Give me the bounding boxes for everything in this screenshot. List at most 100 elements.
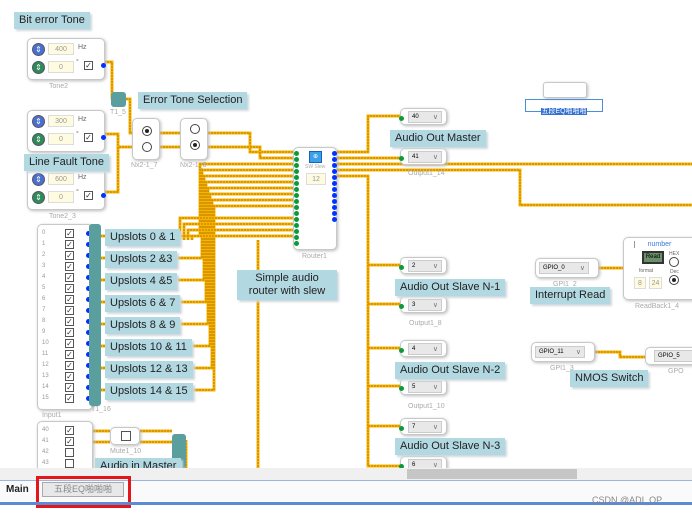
scrollbar-thumb[interactable] xyxy=(407,469,577,479)
enable-checkbox[interactable]: ✓ xyxy=(84,61,93,70)
gpio-0-dropdown[interactable]: GPIO_0 ∨ xyxy=(539,262,589,274)
output-block-o3[interactable]: 3 ∨ xyxy=(399,296,447,313)
slew-field[interactable]: 12 xyxy=(306,173,326,185)
channel-checkbox[interactable]: ✓ xyxy=(65,394,74,403)
router-input-pin[interactable] xyxy=(294,205,299,210)
router-input-pin[interactable] xyxy=(294,175,299,180)
channel-checkbox[interactable]: ✓ xyxy=(65,240,74,249)
frequency-field[interactable]: 600 xyxy=(48,173,74,185)
channel-checkbox[interactable]: ✓ xyxy=(65,295,74,304)
router-output-pin[interactable] xyxy=(332,187,337,192)
router-output-pin[interactable] xyxy=(332,205,337,210)
phase-knob-icon[interactable]: ⇕ xyxy=(32,133,45,146)
channel-checkbox[interactable] xyxy=(65,459,74,468)
radio-input-1[interactable] xyxy=(190,124,200,134)
gpi1-3-block[interactable]: GPIO_11 ∨ xyxy=(531,342,595,362)
router-output-pin[interactable] xyxy=(332,157,337,162)
input-pin[interactable] xyxy=(399,348,404,353)
channel-checkbox[interactable]: ✓ xyxy=(65,251,74,260)
channel-checkbox[interactable]: ✓ xyxy=(65,426,74,435)
channel-checkbox[interactable]: ✓ xyxy=(65,361,74,370)
input-pin[interactable] xyxy=(399,386,404,391)
channel-checkbox[interactable]: ✓ xyxy=(65,229,74,238)
router-output-pin[interactable] xyxy=(332,199,337,204)
input2-block[interactable]: 40 ✓ 41 ✓ 42 43 xyxy=(37,421,93,468)
phase-field[interactable]: 0 xyxy=(48,133,74,145)
output-pin[interactable] xyxy=(101,193,106,198)
channel-dropdown[interactable]: 7 ∨ xyxy=(408,421,442,433)
router-output-pin[interactable] xyxy=(332,181,337,186)
router-icon[interactable]: ⊕ xyxy=(309,151,322,163)
router-input-pin[interactable] xyxy=(294,217,299,222)
hex-radio[interactable] xyxy=(669,257,679,267)
gpo-block[interactable]: GPIO_5 xyxy=(645,347,692,365)
channel-dropdown[interactable]: 40 ∨ xyxy=(408,111,442,123)
channel-dropdown[interactable]: 6 ∨ xyxy=(408,459,442,468)
dec-radio[interactable] xyxy=(669,275,679,285)
router1-block[interactable]: ⊕ SW Slew 12 xyxy=(293,147,337,250)
nx2-1-8-block[interactable] xyxy=(180,118,208,160)
radio-input-2[interactable] xyxy=(142,142,152,152)
channel-checkbox[interactable]: ✓ xyxy=(65,328,74,337)
channel-checkbox[interactable]: ✓ xyxy=(65,372,74,381)
input-pin[interactable] xyxy=(399,156,404,161)
t1-5-block[interactable] xyxy=(111,92,126,107)
router-input-pin[interactable] xyxy=(294,193,299,198)
output-pin[interactable] xyxy=(101,135,106,140)
channel-checkbox[interactable]: ✓ xyxy=(65,306,74,315)
phase-knob-icon[interactable]: ⇕ xyxy=(32,61,45,74)
phase-field[interactable]: 0 xyxy=(48,191,74,203)
output-block-o2[interactable]: 2 ∨ xyxy=(399,257,447,274)
router-input-pin[interactable] xyxy=(294,229,299,234)
frequency-field[interactable]: 400 xyxy=(48,43,74,55)
frequency-knob-icon[interactable]: ⇕ xyxy=(32,43,45,56)
mute-checkbox[interactable] xyxy=(121,431,131,441)
empty-block[interactable] xyxy=(543,82,587,98)
tone-block[interactable]: ⇕ 300 Hz ⇕ 0 ° ✓ xyxy=(27,110,106,152)
tone-block[interactable]: ⇕ 600 Hz ⇕ 0 ° ✓ xyxy=(27,168,106,210)
radio-input-2[interactable] xyxy=(190,140,200,150)
channel-checkbox[interactable]: ✓ xyxy=(65,437,74,446)
router-input-pin[interactable] xyxy=(294,169,299,174)
router-input-pin[interactable] xyxy=(294,199,299,204)
gpio-11-dropdown[interactable]: GPIO_11 ∨ xyxy=(535,346,585,358)
router-input-pin[interactable] xyxy=(294,187,299,192)
format-field-2[interactable]: 24 xyxy=(649,277,662,289)
phase-knob-icon[interactable]: ⇕ xyxy=(32,191,45,204)
input-pin[interactable] xyxy=(399,426,404,431)
router-output-pin[interactable] xyxy=(332,163,337,168)
radio-input-1[interactable] xyxy=(142,126,152,136)
channel-dropdown[interactable]: 5 ∨ xyxy=(408,381,442,393)
channel-checkbox[interactable]: ✓ xyxy=(65,350,74,359)
enable-checkbox[interactable]: ✓ xyxy=(84,133,93,142)
phase-field[interactable]: 0 xyxy=(48,61,74,73)
frequency-knob-icon[interactable]: ⇕ xyxy=(32,115,45,128)
text-edit-box[interactable]: 五段EQ啪啪啪 xyxy=(525,99,603,115)
router-input-pin[interactable] xyxy=(294,223,299,228)
gpio-5-dropdown[interactable]: GPIO_5 xyxy=(654,350,692,362)
channel-dropdown[interactable]: 2 ∨ xyxy=(408,260,442,272)
router-output-pin[interactable] xyxy=(332,175,337,180)
mute1-10-block[interactable] xyxy=(110,427,140,445)
output-block-o6[interactable]: 6 ∨ xyxy=(399,456,447,468)
output-block-o40[interactable]: 40 ∨ xyxy=(399,108,447,125)
channel-checkbox[interactable]: ✓ xyxy=(65,339,74,348)
read-button[interactable]: Read xyxy=(642,251,664,264)
nx2-1-7-block[interactable] xyxy=(132,118,160,160)
readback1-4-block[interactable]: number Read HEX Dec format 8 24 xyxy=(623,237,692,300)
schematic-canvas[interactable]: Bit error Tone Error Tone Selection ⇕ 40… xyxy=(0,0,692,468)
channel-dropdown[interactable]: 4 ∨ xyxy=(408,343,442,355)
router-input-pin[interactable] xyxy=(294,163,299,168)
output-block-o7[interactable]: 7 ∨ xyxy=(399,418,447,435)
tone-block[interactable]: ⇕ 400 Hz ⇕ 0 ° ✓ xyxy=(27,38,106,80)
router-output-pin[interactable] xyxy=(332,169,337,174)
input-pin[interactable] xyxy=(399,265,404,270)
input-pin[interactable] xyxy=(399,304,404,309)
channel-checkbox[interactable]: ✓ xyxy=(65,317,74,326)
channel-checkbox[interactable]: ✓ xyxy=(65,262,74,271)
input-pin[interactable] xyxy=(399,116,404,121)
gpi1-2-block[interactable]: GPIO_0 ∨ xyxy=(535,258,599,278)
enable-checkbox[interactable]: ✓ xyxy=(84,191,93,200)
format-field-1[interactable]: 8 xyxy=(634,277,646,289)
router-output-pin[interactable] xyxy=(332,217,337,222)
